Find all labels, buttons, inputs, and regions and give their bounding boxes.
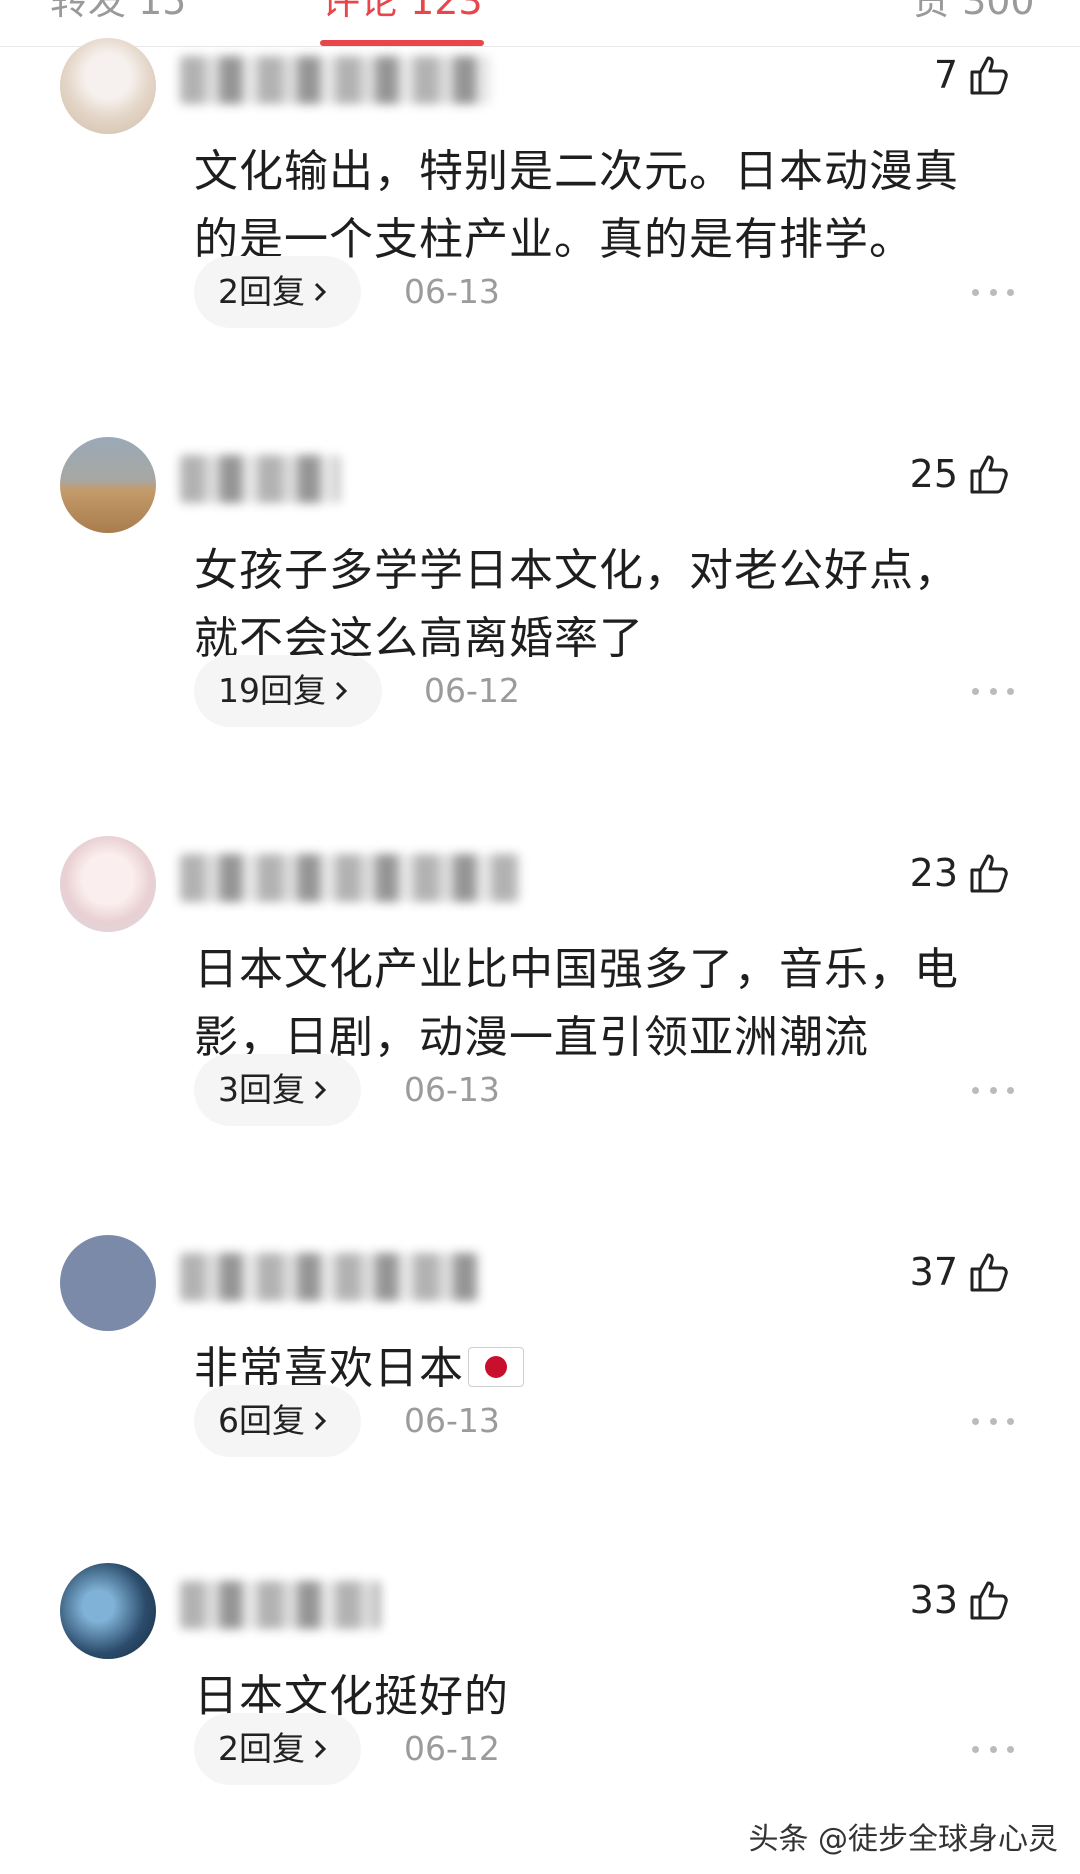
replies-label: 3回复 (218, 1070, 305, 1109)
tab-comments[interactable]: 评论 123 (322, 0, 483, 24)
thumbs-up-icon[interactable] (968, 1578, 1012, 1622)
avatar[interactable] (60, 1563, 156, 1659)
more-dots-icon[interactable] (972, 686, 1014, 696)
like-control[interactable]: 33 (910, 1575, 1012, 1625)
comment-date: 06-13 (404, 1070, 500, 1109)
comment-date: 06-12 (404, 1729, 500, 1768)
like-control[interactable]: 23 (910, 848, 1012, 898)
avatar[interactable] (60, 836, 156, 932)
chevron-right-icon (314, 282, 327, 302)
avatar[interactable] (60, 38, 156, 134)
avatar[interactable] (60, 437, 156, 533)
more-dots-icon[interactable] (972, 1416, 1014, 1426)
more-dots-icon[interactable] (972, 1744, 1014, 1754)
chevron-right-icon (314, 1080, 327, 1100)
like-count: 23 (909, 851, 958, 895)
tab-likes[interactable]: 赞 300 (912, 0, 1035, 24)
username-blurred[interactable] (180, 1581, 380, 1629)
tab-reposts[interactable]: 转发 15 (50, 0, 186, 24)
thumbs-up-icon[interactable] (968, 53, 1012, 97)
thumbs-up-icon[interactable] (968, 452, 1012, 496)
chevron-right-icon (335, 681, 348, 701)
comment-text-line: 日本文化产业比中国强多了，音乐，电 (194, 944, 959, 995)
replies-label: 19回复 (218, 671, 326, 710)
like-count: 25 (909, 452, 958, 496)
avatar[interactable] (60, 1235, 156, 1331)
comment-date: 06-13 (404, 272, 500, 311)
comment-text: 女孩子多学学日本文化，对老公好点， 就不会这么高离婚率了 (194, 537, 1024, 673)
comment-text: 日本文化产业比中国强多了，音乐，电 影，日剧，动漫一直引领亚洲潮流 (194, 936, 1024, 1072)
replies-button[interactable]: 3回复 (194, 1054, 361, 1126)
comment-date: 06-13 (404, 1401, 500, 1440)
username-blurred[interactable] (180, 455, 340, 503)
comment-text: 文化输出，特别是二次元。日本动漫真 的是一个支柱产业。真的是有排学。 (194, 138, 1024, 274)
replies-button[interactable]: 19回复 (194, 655, 382, 727)
thumbs-up-icon[interactable] (968, 851, 1012, 895)
like-count: 7 (933, 53, 958, 97)
replies-button[interactable]: 2回复 (194, 1713, 361, 1785)
more-dots-icon[interactable] (972, 287, 1014, 297)
like-count: 37 (909, 1250, 958, 1294)
username-blurred[interactable] (180, 854, 520, 902)
japan-flag-emoji (468, 1347, 524, 1387)
username-blurred[interactable] (180, 56, 490, 104)
like-count: 33 (909, 1578, 958, 1622)
like-control[interactable]: 25 (910, 449, 1012, 499)
chevron-right-icon (314, 1739, 327, 1759)
replies-button[interactable]: 6回复 (194, 1385, 361, 1457)
watermark: 头条 @徒步全球身心灵 (748, 1822, 1058, 1857)
tab-bar: 转发 15 评论 123 赞 300 (0, 0, 1080, 47)
replies-label: 2回复 (218, 272, 305, 311)
comment-text-line: 文化输出，特别是二次元。日本动漫真 (194, 146, 959, 197)
more-dots-icon[interactable] (972, 1085, 1014, 1095)
chevron-right-icon (314, 1411, 327, 1431)
thumbs-up-icon[interactable] (968, 1250, 1012, 1294)
comment-text-line: 女孩子多学学日本文化，对老公好点， (194, 545, 959, 596)
comment-date: 06-12 (424, 671, 520, 710)
active-tab-indicator (320, 40, 484, 46)
replies-label: 6回复 (218, 1401, 305, 1440)
replies-label: 2回复 (218, 1729, 305, 1768)
like-control[interactable]: 7 (934, 50, 1012, 100)
like-control[interactable]: 37 (910, 1247, 1012, 1297)
username-blurred[interactable] (180, 1253, 480, 1301)
replies-button[interactable]: 2回复 (194, 256, 361, 328)
